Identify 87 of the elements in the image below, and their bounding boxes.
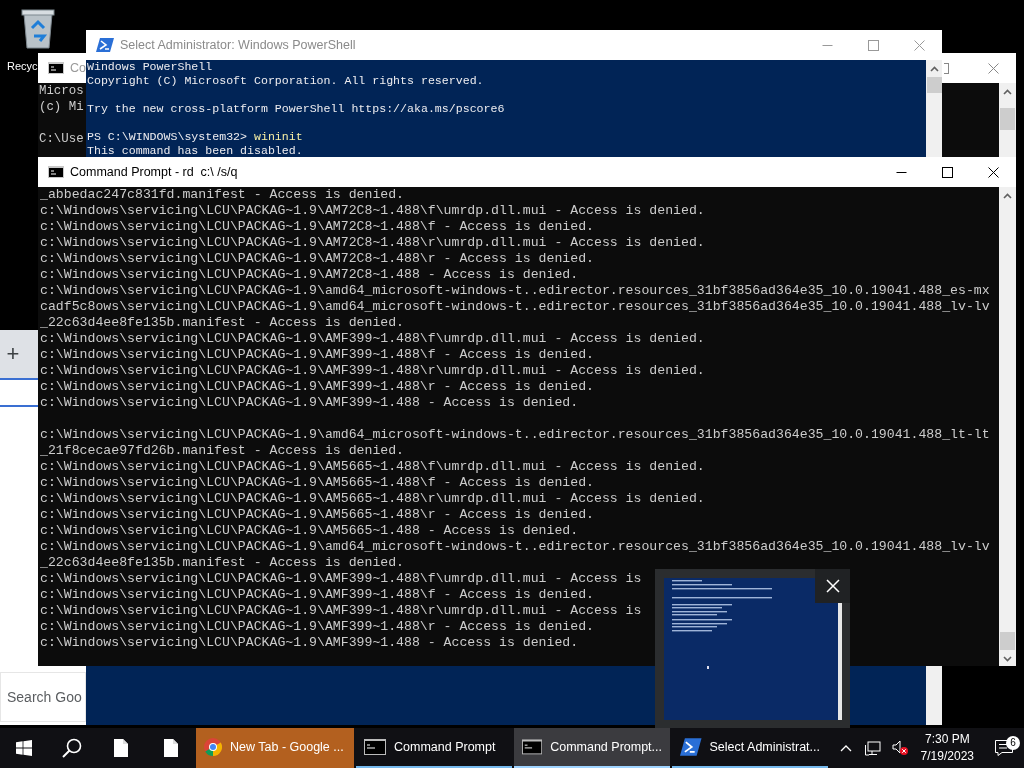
console-icon — [522, 739, 543, 755]
console-line: c:\Windows\servicing\LCU\PACKAG~1.9\AMF399~1.488\r - Access is denied. — [40, 619, 594, 635]
console-line: Copyright (C) Microsoft Corporation. All rights reserved. — [87, 74, 484, 88]
console-line: c:\Windows\servicing\LCU\PACKAG~1.9\AM72C8~1.488 - Access is denied. — [40, 267, 579, 283]
console-line: c:\Windows\servicing\LCU\PACKAG~1.9\AM72C8~1.488\f\umrdp.dll.mui - Access is denied. — [40, 203, 705, 219]
address-bar[interactable] — [0, 378, 38, 407]
scroll-thumb[interactable] — [1000, 632, 1015, 650]
caret-up-icon — [1003, 192, 1012, 199]
close-icon — [825, 579, 840, 593]
console-line: c:\Windows\servicing\LCU\PACKAG~1.9\AMF399~1.488\f - Access is denied. — [40, 587, 594, 603]
powershell-icon — [680, 738, 702, 756]
close-button[interactable] — [815, 569, 850, 603]
close-icon — [913, 39, 925, 51]
console-line: c:\Windows\servicing\LCU\PACKAG~1.9\AM5665~1.488\f - Access is denied. — [40, 475, 594, 491]
console-icon — [48, 166, 64, 178]
search-field[interactable]: Search Goo — [0, 672, 86, 722]
browser-icon — [204, 738, 222, 756]
console-line: c:\Windows\servicing\LCU\PACKAG~1.9\AMF399~1.488\r - Access is denied. — [40, 379, 594, 395]
console-line: c:\Windows\servicing\LCU\PACKAG~1.9\AM72C8~1.488\r\umrdp.dll.mui - Access is denied. — [40, 235, 705, 251]
console-line: c:\Windows\servicing\LCU\PACKAG~1.9\AMF399~1.488\r\umrdp.dll.mui - Access is denied. — [40, 363, 705, 379]
console-line: c:\Windows\servicing\LCU\PACKAG~1.9\AMF399~1.488\f - Access is denied. — [40, 347, 594, 363]
date-text: 7/19/2023 — [920, 748, 974, 765]
maximize-icon — [941, 166, 953, 178]
console-line: (c) Mi — [39, 99, 84, 115]
window-title: Co — [70, 59, 86, 77]
scrollbar-track — [926, 666, 942, 725]
search-icon — [62, 738, 82, 758]
window-preview-drawing[interactable] — [664, 578, 842, 720]
scrollbar[interactable] — [926, 60, 942, 157]
console-line: Try the new cross-platform PowerShell https://aka.ms/pscore6 — [87, 102, 505, 116]
console-line: C:\Use — [39, 131, 84, 147]
console-line: c:\Windows\servicing\LCU\PACKAG~1.9\AMF399~1.488\f\umrdp.dll.mui - Access is — [40, 571, 642, 587]
notification-count: 6 — [1006, 736, 1020, 750]
console-icon — [364, 739, 386, 755]
caret-up-icon — [929, 65, 939, 72]
caret-up-icon — [1003, 88, 1012, 95]
taskbar-button[interactable]: New Tab - Google ... — [196, 728, 354, 768]
console-line: c:\Windows\servicing\LCU\PACKAG~1.9\AM5665~1.488 - Access is denied. — [40, 523, 579, 539]
console-line: cadf5c8ows\servicing\LCU\PACKAG~1.9\amd64_microsoft-windows-t..edirector.resources_31bf3856ad364e35_10.0.19041.488_lv-lv — [40, 299, 990, 315]
console-line: c:\Windows\servicing\LCU\PACKAG~1.9\AM72C8~1.488\r - Access is denied. — [40, 251, 594, 267]
console-line: _22c63d4ee8fe135b.manifest - Access is denied. — [40, 315, 405, 331]
document-icon — [114, 739, 128, 757]
console-line: c:\Windows\servicing\LCU\PACKAG~1.9\AMF399~1.488\f\umrdp.dll.mui - Access is denied. — [40, 331, 705, 347]
console-line: c:\Windows\servicing\LCU\PACKAG~1.9\AM5665~1.488\r\umrdp.dll.mui - Access is denied. — [40, 491, 705, 507]
caret-up-icon — [839, 744, 852, 752]
console-line: _21f8cecae97fd26b.manifest - Access is denied. — [40, 443, 405, 459]
taskbar-button[interactable]: Select Administrat... — [672, 728, 828, 768]
close-icon — [987, 62, 999, 74]
network-icon — [864, 740, 881, 756]
console-line: _abbedac247c831fd.manifest - Access is denied. — [40, 187, 405, 203]
console-line: Windows PowerShell — [87, 60, 213, 74]
window-title: Command Prompt - rd c:\ /s/q — [70, 163, 238, 181]
close-icon — [987, 166, 999, 178]
console-line: This command has been disabled. — [87, 144, 304, 158]
scroll-thumb[interactable] — [1000, 108, 1015, 130]
console-line: c:\Windows\servicing\LCU\PACKAG~1.9\amd64_microsoft-windows-t..edirector.resources_31bf3856ad364e35_10.0.19041.488_lt-lt — [40, 427, 990, 443]
recycle-bin-icon[interactable] — [18, 6, 58, 50]
maximize-icon — [867, 39, 879, 51]
scroll-thumb[interactable] — [926, 77, 942, 93]
taskbar-button[interactable]: Command Prompt... — [514, 728, 670, 768]
document-icon — [164, 739, 178, 757]
scrollbar[interactable] — [999, 83, 1016, 157]
console-icon — [48, 62, 64, 74]
console-line: c:\Windows\servicing\LCU\PACKAG~1.9\AM5665~1.488\r - Access is denied. — [40, 507, 594, 523]
volume-muted-icon — [891, 740, 908, 756]
time-text: 7:30 PM — [923, 731, 971, 748]
powershell-icon — [96, 38, 114, 52]
console-line: c:\Windows\servicing\LCU\PACKAG~1.9\AM5665~1.488\f\umrdp.dll.mui - Access is denied. — [40, 459, 705, 475]
scrollbar[interactable] — [999, 187, 1016, 666]
console-line: c:\Windows\servicing\LCU\PACKAG~1.9\AM72C8~1.488\f - Access is denied. — [40, 219, 594, 235]
clock[interactable]: 7:30 PM 7/19/2023 — [914, 731, 980, 765]
console-line: c:\Windows\servicing\LCU\PACKAG~1.9\amd64_microsoft-windows-t..edirector.resources_31bf3856ad364e35_10.0.19041.488_lv-lv — [40, 539, 990, 555]
icon-label: Recyc — [7, 59, 38, 74]
window-title: Select Administrator: Windows PowerShell — [120, 36, 356, 54]
console-line: c:\Windows\servicing\LCU\PACKAG~1.9\AMF399~1.488 - Access is denied. — [40, 635, 579, 651]
console-line: c:\Windows\servicing\LCU\PACKAG~1.9\AMF399~1.488\r\umrdp.dll.mui - Access is — [40, 603, 642, 619]
start-icon — [16, 740, 32, 756]
console-line: c:\Windows\servicing\LCU\PACKAG~1.9\amd64_microsoft-windows-t..edirector.resources_31bf3856ad364e35_10.0.19041.488_es-mx — [40, 283, 990, 299]
console-line: _22c63d4ee8fe135b.manifest - Access is denied. — [40, 555, 405, 571]
command-text: wininit — [254, 130, 303, 143]
console-line: c:\Windows\servicing\LCU\PACKAG~1.9\AMF399~1.488 - Access is denied. — [40, 395, 579, 411]
new-tab-button[interactable]: + — [1, 343, 25, 365]
console-line: Micros — [39, 83, 84, 99]
taskbar-button[interactable]: Command Prompt — [356, 728, 512, 768]
maximize-icon — [944, 62, 949, 74]
prompt-text: PS C:\WINDOWS\system32> — [87, 130, 248, 143]
caret-down-icon — [1003, 655, 1012, 662]
